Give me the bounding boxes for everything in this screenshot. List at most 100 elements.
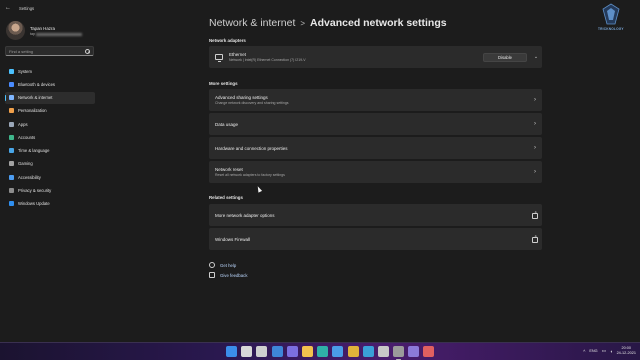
breadcrumb-separator: > — [300, 19, 306, 28]
feedback-icon — [209, 272, 215, 278]
page-title: Advanced network settings — [310, 17, 447, 29]
watermark-text: TRICKNOLOGY — [598, 27, 624, 31]
sidebar-item-label: Personalization — [18, 108, 47, 114]
data-usage-row[interactable]: Data usage › — [209, 113, 542, 135]
chevron-right-icon: › — [534, 169, 536, 175]
row-title: Windows Firewall — [215, 236, 251, 242]
adapter-name: Ethernet — [229, 51, 247, 57]
sidebar-item-personalization[interactable]: Personalization — [5, 105, 95, 117]
edge-icon[interactable] — [317, 346, 329, 357]
sidebar-item-apps[interactable]: Apps — [5, 118, 95, 130]
give-feedback-link[interactable]: Give feedback — [209, 272, 247, 278]
windows-firewall-row[interactable]: Windows Firewall — [209, 228, 542, 250]
clock[interactable]: 20:00 24-12-2021 — [617, 346, 636, 356]
get-help-label: Get help — [220, 262, 237, 268]
window-title: Settings — [19, 5, 35, 11]
give-feedback-label: Give feedback — [220, 272, 248, 278]
accessibility-icon — [9, 174, 14, 180]
adapter-card-ethernet[interactable]: Ethernet Network | Intel(R) Ethernet Con… — [209, 46, 542, 68]
row-title: Data usage — [215, 121, 239, 127]
start-icon[interactable] — [226, 346, 237, 357]
shield-icon — [9, 187, 14, 193]
sidebar-item-time-language[interactable]: Time & language — [5, 145, 95, 157]
apps-icon — [9, 121, 14, 127]
chevron-down-icon[interactable]: ⌄ — [531, 54, 541, 60]
chevron-right-icon: › — [534, 97, 536, 103]
app-icon[interactable] — [362, 346, 374, 357]
watermark-emblem-icon — [602, 3, 620, 25]
file-explorer-icon[interactable] — [301, 346, 313, 357]
title-bar: ← Settings — [0, 0, 640, 16]
sidebar-item-label: Network & internet — [18, 95, 53, 100]
search-icon[interactable] — [241, 346, 253, 357]
sidebar-item-network-internet[interactable]: Network & internet — [5, 91, 95, 104]
sidebar-nav: System Bluetooth & devices Network & inter… — [5, 65, 95, 211]
watermark-logo: TRICKNOLOGY — [598, 3, 634, 35]
sidebar-item-label: Bluetooth & devices — [18, 81, 56, 87]
help-icon — [209, 262, 215, 268]
avatar — [6, 21, 25, 40]
user-email: tap — [30, 32, 82, 36]
sidebar-item-privacy-security[interactable]: Privacy & security — [5, 184, 95, 196]
disable-button[interactable]: Disable — [483, 52, 527, 62]
app-icon-2[interactable] — [377, 346, 389, 357]
taskbar: ^ ENG ▭ ◖ 20:00 24-12-2021 — [0, 342, 640, 360]
section-more-settings: More settings — [209, 81, 238, 86]
breadcrumb: Network & internet > Advanced network sett… — [209, 17, 447, 29]
sidebar-item-label: System — [18, 68, 32, 74]
sidebar-item-label: Accounts — [18, 134, 36, 140]
external-link-icon — [529, 234, 539, 244]
app-icon-4[interactable] — [423, 346, 435, 357]
settings-icon[interactable] — [393, 346, 405, 360]
back-arrow-icon[interactable]: ← — [5, 5, 15, 11]
sidebar: Tapan Hazra tap Find a setting System Blu… — [0, 16, 100, 342]
sidebar-item-label: Windows Update — [18, 201, 50, 206]
wifi-icon — [9, 95, 14, 100]
clock-date: 24-12-2021 — [616, 351, 636, 355]
advanced-sharing-settings-row[interactable]: Advanced sharing settings Change network… — [209, 89, 542, 111]
adapter-description: Network | Intel(R) Ethernet Connection (… — [229, 58, 306, 63]
chat-icon[interactable] — [286, 346, 298, 357]
section-related-settings: Related settings — [209, 195, 243, 200]
sidebar-item-accounts[interactable]: Accounts — [5, 131, 95, 143]
hardware-connection-properties-row[interactable]: Hardware and connection properties › — [209, 137, 542, 159]
task-view-icon[interactable] — [256, 346, 268, 357]
network-icon[interactable]: ▭ — [602, 348, 606, 354]
breadcrumb-parent[interactable]: Network & internet — [209, 17, 295, 29]
sidebar-item-windows-update[interactable]: Windows Update — [5, 198, 95, 210]
sidebar-item-bluetooth-devices[interactable]: Bluetooth & devices — [5, 78, 95, 90]
email-redaction — [36, 32, 82, 36]
globe-clock-icon — [9, 148, 14, 153]
volume-icon[interactable]: ◖ — [610, 349, 613, 354]
get-help-link[interactable]: Get help — [209, 262, 236, 268]
row-title: More network adapter options — [215, 212, 275, 218]
sidebar-item-label: Privacy & security — [18, 187, 52, 193]
tray-overflow-icon[interactable]: ^ — [583, 349, 585, 354]
language-indicator[interactable]: ENG — [589, 349, 597, 353]
sidebar-item-accessibility[interactable]: Accessibility — [5, 171, 95, 183]
user-name: Tapan Hazra — [30, 26, 55, 31]
chevron-right-icon: › — [534, 121, 536, 127]
bluetooth-icon — [9, 81, 14, 87]
search-box[interactable]: Find a setting — [5, 46, 94, 56]
search-icon[interactable] — [85, 48, 90, 54]
person-icon — [9, 134, 14, 140]
app-icon-3[interactable] — [408, 346, 420, 357]
chrome-icon[interactable] — [347, 346, 359, 357]
row-description: Change network discovery and sharing set… — [215, 101, 289, 106]
sidebar-item-system[interactable]: System — [5, 65, 95, 77]
widgets-icon[interactable] — [271, 346, 283, 357]
update-icon — [9, 201, 14, 206]
row-title: Network reset — [215, 166, 243, 172]
more-network-adapter-options-row[interactable]: More network adapter options — [209, 204, 542, 226]
mouse-cursor — [255, 185, 263, 193]
network-reset-row[interactable]: Network reset Reset all network adapters… — [209, 161, 542, 183]
section-network-adapters: Network adapters — [209, 38, 246, 43]
user-profile[interactable]: Tapan Hazra tap — [6, 20, 96, 42]
brush-icon — [9, 108, 14, 114]
store-icon[interactable] — [332, 346, 344, 357]
sidebar-item-gaming[interactable]: Gaming — [5, 158, 95, 170]
row-title: Advanced sharing settings — [215, 94, 268, 100]
search-input[interactable]: Find a setting — [9, 49, 85, 54]
ethernet-icon — [215, 54, 223, 62]
